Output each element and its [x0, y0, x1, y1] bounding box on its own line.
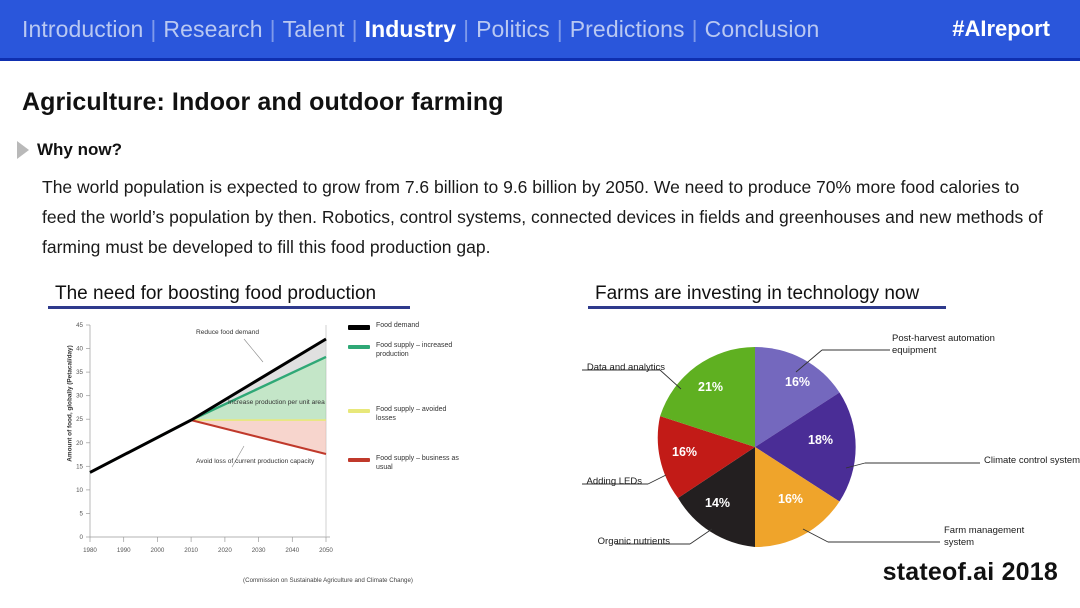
legend-item-increased-production: Food supply – increased production: [348, 341, 468, 360]
nav-item-introduction[interactable]: Introduction: [22, 16, 143, 43]
pie-label-data-analytics: Data and analytics: [586, 362, 665, 373]
svg-text:35: 35: [76, 369, 83, 376]
nav-separator: |: [556, 15, 563, 42]
legend-label-increased-production: Food supply – increased production: [376, 341, 453, 359]
line-chart-source-caption: (Commission on Sustainable Agriculture a…: [243, 577, 413, 584]
svg-text:30: 30: [76, 393, 83, 400]
page-title: Agriculture: Indoor and outdoor farming: [22, 88, 504, 116]
nav-item-research[interactable]: Research: [163, 16, 262, 43]
legend-swatch-avoided-losses: [348, 408, 370, 413]
nav-item-predictions[interactable]: Predictions: [570, 16, 685, 43]
pie-label-farm-management: Farm management system: [944, 525, 1025, 548]
why-now-row: Why now?: [17, 140, 122, 160]
svg-text:10: 10: [76, 487, 83, 494]
line-chart-legend: Food demand Food supply – increased prod…: [348, 321, 468, 476]
pie-label-post-harvest: Post-harvest automation equipment: [892, 333, 995, 356]
svg-text:2020: 2020: [218, 547, 232, 554]
footer-brand: stateof.ai 2018: [882, 558, 1058, 586]
left-chart-heading-rule: [48, 306, 410, 309]
pie-value-post-harvest: 16%: [785, 375, 811, 389]
legend-item-food-demand: Food demand: [348, 321, 468, 331]
triangle-right-icon: [17, 141, 29, 159]
pie-value-climate-control: 18%: [808, 433, 834, 447]
svg-text:25: 25: [76, 416, 83, 423]
svg-text:2030: 2030: [252, 547, 266, 554]
svg-text:2040: 2040: [285, 547, 299, 554]
nav-separator: |: [691, 15, 698, 42]
nav-item-talent[interactable]: Talent: [283, 16, 345, 43]
right-chart-heading-rule: [588, 306, 946, 309]
top-navigation-bar: Introduction | Research | Talent | Indus…: [0, 0, 1080, 58]
nav-item-industry[interactable]: Industry: [365, 16, 457, 43]
farm-technology-pie-chart: 16% 18% 16% 14% 16% 21% Post-harvest aut…: [560, 320, 1080, 570]
line-chart-annotation-avoid-loss: Avoid loss of current production capacit…: [196, 458, 315, 465]
legend-item-avoided-losses: Food supply – avoided losses: [348, 405, 468, 424]
pie-value-adding-leds: 16%: [672, 445, 698, 459]
pie-label-adding-leds: Adding LEDs: [586, 476, 642, 487]
svg-text:15: 15: [76, 463, 83, 470]
legend-item-business-as-usual: Food supply – business as usual: [348, 454, 468, 473]
line-chart-annotation-reduce-demand: Reduce food demand: [196, 329, 260, 336]
svg-text:2050: 2050: [319, 547, 333, 554]
body-paragraph: The world population is expected to grow…: [42, 177, 1043, 257]
svg-text:5: 5: [80, 510, 84, 517]
legend-label-avoided-losses: Food supply – avoided losses: [376, 405, 447, 423]
svg-text:1980: 1980: [83, 547, 97, 554]
nav-separator: |: [150, 15, 157, 42]
food-production-line-chart: Amount of food, globally (Petacal/day) 0…: [48, 315, 468, 590]
why-now-label: Why now?: [37, 140, 122, 159]
legend-swatch-food-demand: [348, 325, 370, 330]
pie-label-organic-nutrients: Organic nutrients: [597, 536, 670, 547]
report-hashtag: #AIreport: [952, 16, 1050, 41]
nav-item-conclusion[interactable]: Conclusion: [705, 16, 820, 43]
nav-item-politics[interactable]: Politics: [476, 16, 550, 43]
svg-text:2000: 2000: [151, 547, 165, 554]
nav-separator: |: [269, 15, 276, 42]
pie-value-farm-management: 16%: [778, 492, 804, 506]
svg-text:1990: 1990: [117, 547, 131, 554]
svg-text:45: 45: [76, 322, 83, 329]
nav-underline: [0, 58, 1080, 61]
legend-swatch-increased-production: [348, 344, 370, 349]
legend-label-food-demand: Food demand: [376, 322, 420, 329]
svg-text:20: 20: [76, 440, 83, 447]
slide: Introduction | Research | Talent | Indus…: [0, 0, 1080, 608]
line-chart-plot: 0 5 10 15 20 25 30 35 40 45 1980 1990 20…: [76, 322, 333, 554]
svg-text:40: 40: [76, 346, 83, 353]
svg-text:0: 0: [80, 534, 84, 541]
nav-item-list: Introduction | Research | Talent | Indus…: [22, 16, 952, 43]
nav-separator: |: [351, 15, 358, 42]
nav-separator: |: [463, 15, 470, 42]
pie-label-climate-control: Climate control system: [984, 455, 1080, 466]
line-chart-y-axis-label: Amount of food, globally (Petacal/day): [66, 345, 74, 462]
legend-swatch-business-as-usual: [348, 457, 370, 462]
legend-label-business-as-usual: Food supply – business as usual: [376, 454, 459, 472]
line-chart-annotation-increase-production: Increase production per unit area: [228, 399, 325, 406]
pie-value-data-analytics: 21%: [698, 380, 724, 394]
svg-text:2010: 2010: [184, 547, 198, 554]
pie-value-organic-nutrients: 14%: [705, 496, 731, 510]
